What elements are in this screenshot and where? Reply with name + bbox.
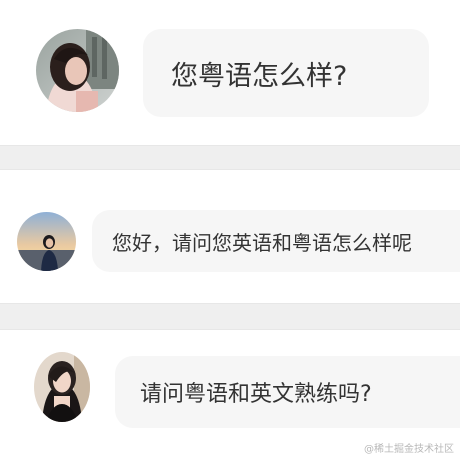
watermark: @稀土掘金技术社区 xyxy=(364,444,454,455)
avatar[interactable] xyxy=(17,212,76,271)
message-text: 您好，请问您英语和粤语怎么样呢 xyxy=(112,230,412,255)
avatar-photo-1 xyxy=(36,29,119,112)
avatar[interactable] xyxy=(34,352,90,422)
message-bubble[interactable]: 您粤语怎么样? xyxy=(143,29,429,117)
chat-screenshot: 您粤语怎么样? 您好，请问您英语和粤语怎么样呢 请问粤语和英文熟练吗? @稀土掘… xyxy=(0,0,460,460)
message-block-1: 您粤语怎么样? xyxy=(0,0,460,145)
message-block-2: 您好，请问您英语和粤语怎么样呢 xyxy=(0,170,460,303)
message-text: 您粤语怎么样? xyxy=(171,60,348,92)
message-bubble[interactable]: 您好，请问您英语和粤语怎么样呢 xyxy=(92,210,460,272)
section-divider xyxy=(0,303,460,330)
avatar-photo-3 xyxy=(34,352,90,422)
section-divider xyxy=(0,145,460,170)
avatar-photo-2 xyxy=(17,212,76,271)
message-bubble[interactable]: 请问粤语和英文熟练吗? xyxy=(115,356,460,428)
message-text: 请问粤语和英文熟练吗? xyxy=(140,382,372,407)
avatar[interactable] xyxy=(36,29,119,112)
